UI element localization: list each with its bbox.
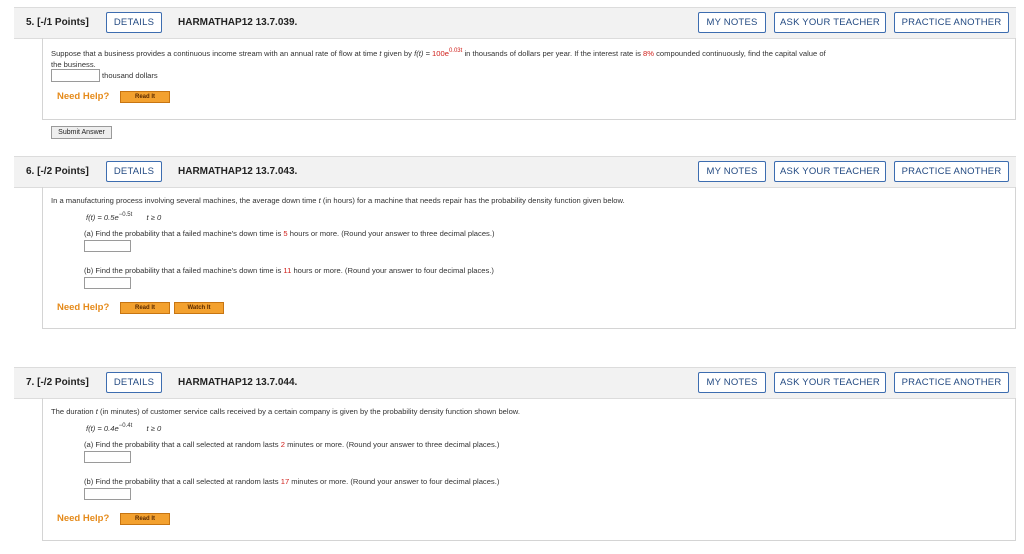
question-7-body [42, 398, 1016, 541]
submit-answer-button[interactable]: Submit Answer [51, 126, 112, 139]
need-help-label: Need Help? [57, 302, 110, 313]
prompt-text: the business. [51, 60, 96, 69]
question-5-prompt: Suppose that a business provides a conti… [51, 46, 1011, 70]
question-id: HARMATHAP12 13.7.039. [178, 17, 298, 28]
question-6-prompt: In a manufacturing process involving sev… [51, 195, 1011, 206]
function-exponent: −0.4t [118, 423, 133, 429]
prompt-text: given by [383, 49, 412, 58]
part-b-answer-input[interactable] [84, 277, 131, 289]
unit-label: thousand dollars [102, 71, 158, 80]
function-condition: t ≥ 0 [146, 213, 162, 222]
prompt-text: In a manufacturing process involving sev… [51, 196, 317, 205]
question-number: 6. [26, 166, 35, 177]
prompt-text: compounded continuously, find the capita… [656, 49, 826, 58]
variable-t: t [379, 49, 382, 58]
prompt-text: in thousands of dollars per year. If the… [464, 49, 641, 58]
function-condition: t ≥ 0 [146, 424, 162, 433]
practice-another-button[interactable]: PRACTICE ANOTHER [894, 12, 1009, 33]
function-exponent: 0.03t [448, 48, 463, 54]
question-5-header: 5. [-/1 Points] DETAILS HARMATHAP12 13.7… [14, 7, 1016, 39]
function-expression: 100e0.03t [432, 48, 463, 58]
answer-input[interactable] [51, 69, 100, 82]
prompt-text: (b) Find the probability that a call sel… [84, 477, 279, 486]
details-button[interactable]: DETAILS [106, 12, 162, 33]
read-it-button[interactable]: Read It [120, 513, 170, 525]
prompt-text: minutes or more. (Round your answer to t… [287, 440, 500, 449]
given-value: 11 [283, 266, 292, 275]
prompt-text: hours or more. (Round your answer to thr… [289, 229, 495, 238]
question-id: HARMATHAP12 13.7.044. [178, 377, 298, 388]
given-value: 2 [280, 440, 285, 449]
prompt-text: (b) Find the probability that a failed m… [84, 266, 282, 275]
prompt-text: The duration [51, 407, 94, 416]
prompt-text: (a) Find the probability that a failed m… [84, 229, 282, 238]
prompt-text: Suppose that a business provides a conti… [51, 49, 378, 58]
part-a-prompt: (a) Find the probability that a call sel… [84, 439, 499, 450]
need-help-label: Need Help? [57, 513, 110, 524]
points-label: [-/2 Points] [37, 377, 89, 388]
details-button[interactable]: DETAILS [106, 372, 162, 393]
function-expression: f(t) = 0.4e [86, 424, 119, 433]
part-a-prompt: (a) Find the probability that a failed m… [84, 228, 494, 239]
variable-t: t [95, 407, 98, 416]
given-value: 17 [280, 477, 290, 486]
my-notes-button[interactable]: MY NOTES [698, 161, 766, 182]
prompt-text: (a) Find the probability that a call sel… [84, 440, 279, 449]
interest-rate: 8% [643, 49, 654, 58]
function-expression: f(t) = 0.5e [86, 213, 119, 222]
ask-teacher-button[interactable]: ASK YOUR TEACHER [774, 161, 886, 182]
question-6-function: f(t) = 0.5e−0.5t t ≥ 0 [86, 210, 161, 223]
part-b-answer-input[interactable] [84, 488, 131, 500]
question-7-points: 7. [-/2 Points] [26, 377, 89, 388]
practice-another-button[interactable]: PRACTICE ANOTHER [894, 161, 1009, 182]
question-6-header: 6. [-/2 Points] DETAILS HARMATHAP12 13.7… [14, 156, 1016, 188]
points-label: [-/1 Points] [37, 17, 89, 28]
question-7-header: 7. [-/2 Points] DETAILS HARMATHAP12 13.7… [14, 367, 1016, 399]
details-button[interactable]: DETAILS [106, 161, 162, 182]
question-7-prompt: The duration t (in minutes) of customer … [51, 406, 1011, 417]
function-exponent: −0.5t [118, 212, 133, 218]
question-number: 7. [26, 377, 35, 388]
question-5-points: 5. [-/1 Points] [26, 17, 89, 28]
prompt-text: (in minutes) of customer service calls r… [100, 407, 520, 416]
question-7-function: f(t) = 0.4e−0.4t t ≥ 0 [86, 421, 161, 434]
my-notes-button[interactable]: MY NOTES [698, 12, 766, 33]
function-base: 100e [432, 49, 449, 58]
question-id: HARMATHAP12 13.7.043. [178, 166, 298, 177]
practice-another-button[interactable]: PRACTICE ANOTHER [894, 372, 1009, 393]
part-b-prompt: (b) Find the probability that a failed m… [84, 265, 494, 276]
ask-teacher-button[interactable]: ASK YOUR TEACHER [774, 12, 886, 33]
given-value: 5 [283, 229, 288, 238]
variable-t: t [318, 196, 321, 205]
my-notes-button[interactable]: MY NOTES [698, 372, 766, 393]
read-it-button[interactable]: Read It [120, 91, 170, 103]
need-help-label: Need Help? [57, 91, 110, 102]
ask-teacher-button[interactable]: ASK YOUR TEACHER [774, 372, 886, 393]
prompt-text: (in hours) for a machine that needs repa… [322, 196, 625, 205]
question-number: 5. [26, 17, 35, 28]
points-label: [-/2 Points] [37, 166, 89, 177]
watch-it-button[interactable]: Watch It [174, 302, 224, 314]
read-it-button[interactable]: Read It [120, 302, 170, 314]
function-label: f(t) = [414, 49, 430, 58]
part-b-prompt: (b) Find the probability that a call sel… [84, 476, 499, 487]
prompt-text: minutes or more. (Round your answer to f… [291, 477, 500, 486]
prompt-text: hours or more. (Round your answer to fou… [293, 266, 494, 275]
question-6-points: 6. [-/2 Points] [26, 166, 89, 177]
part-a-answer-input[interactable] [84, 451, 131, 463]
part-a-answer-input[interactable] [84, 240, 131, 252]
